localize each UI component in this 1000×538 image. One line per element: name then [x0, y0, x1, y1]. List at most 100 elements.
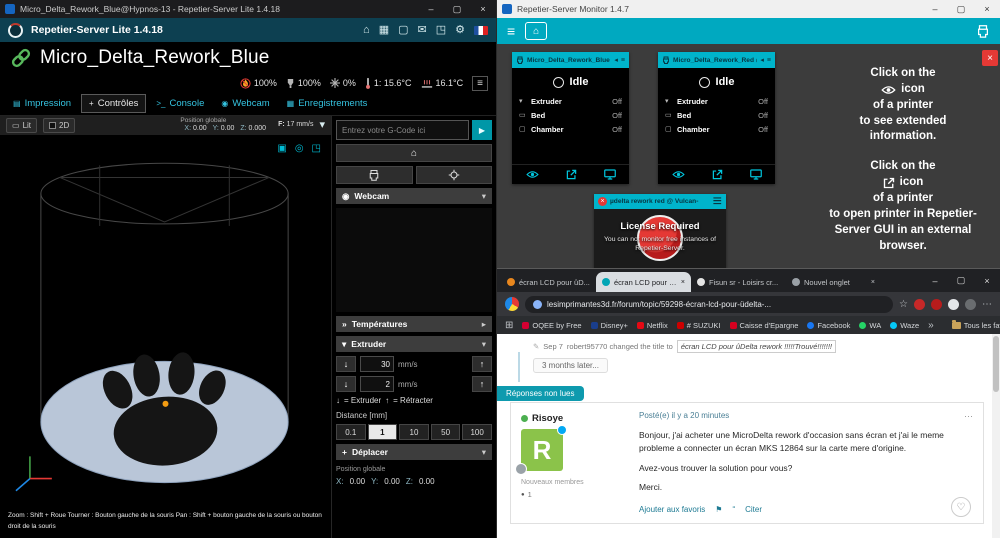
- all-favorites-button[interactable]: Tous les favoris: [951, 319, 1000, 330]
- url-field[interactable]: lesimprimantes3d.fr/forum/topic/59298-éc…: [525, 295, 894, 313]
- license-required-card[interactable]: × µdelta rework red @ Vulcan- ≡ License …: [594, 193, 726, 270]
- post-author[interactable]: Risoye: [521, 411, 639, 425]
- window-titlebar[interactable]: Repetier-Server Monitor 1.4.7 – ▢ ×: [497, 0, 1000, 18]
- bookmark-item[interactable]: WA: [859, 321, 881, 330]
- section-temperatures[interactable]: » Températures ▸: [336, 316, 492, 332]
- site-icon[interactable]: [505, 297, 519, 311]
- tab-console[interactable]: >_ Console: [149, 95, 211, 112]
- printer-menu-icon[interactable]: ≡: [472, 75, 488, 91]
- browser-tab-2-active[interactable]: écran LCD pour ûDe... ×: [596, 272, 691, 292]
- minimize-button[interactable]: –: [922, 269, 948, 292]
- chevron-down-icon[interactable]: ▾: [319, 120, 325, 131]
- monitor-icon[interactable]: [603, 169, 616, 180]
- home-button[interactable]: ⌂: [525, 22, 548, 40]
- monitor-icon[interactable]: ▢: [398, 24, 408, 36]
- printer-off-button[interactable]: [336, 166, 413, 184]
- browser-tab-1[interactable]: écran LCD pour ûD...: [501, 272, 596, 292]
- send-gcode-button[interactable]: ▶: [472, 120, 492, 140]
- post-options-icon[interactable]: ⋯: [957, 411, 973, 425]
- fan-status[interactable]: 0%: [329, 78, 356, 88]
- settings-gear-icon[interactable]: ⚙: [455, 24, 465, 36]
- minimize-button[interactable]: –: [922, 0, 948, 18]
- retract-fast-button[interactable]: ↑: [472, 356, 492, 372]
- mail-icon[interactable]: ✉: [418, 24, 427, 36]
- distance-0.1-button[interactable]: 0.1: [336, 424, 366, 440]
- bookmark-item[interactable]: Disney+: [590, 321, 628, 330]
- quote-link[interactable]: Citer: [745, 505, 762, 514]
- author-avatar[interactable]: R: [515, 425, 567, 475]
- post-timestamp[interactable]: Posté(e) il y a 20 minutes: [639, 411, 957, 425]
- extrude-button[interactable]: ↓: [336, 356, 356, 372]
- extrude-speed-input[interactable]: [360, 356, 394, 372]
- monitor-icon[interactable]: [749, 169, 762, 180]
- close-button[interactable]: ×: [974, 0, 1000, 18]
- bookmark-item[interactable]: OQEE by Free: [522, 321, 582, 330]
- unread-replies-button[interactable]: Réponses non lues: [497, 386, 584, 401]
- fit-view-icon[interactable]: ◳: [312, 143, 321, 154]
- bookmarks-overflow-icon[interactable]: »: [928, 320, 934, 331]
- eye-icon[interactable]: [671, 170, 685, 179]
- gcode-input[interactable]: [336, 120, 469, 140]
- speed-status[interactable]: 100%: [286, 78, 321, 89]
- tab-close-icon[interactable]: ×: [681, 279, 685, 286]
- flow-status[interactable]: 100%: [240, 77, 277, 89]
- apps-grid-icon[interactable]: ⊞: [505, 320, 513, 331]
- 3d-viewport[interactable]: ▣ ◎ ◳: [0, 135, 331, 508]
- section-deplacer[interactable]: + Déplacer ▾: [336, 444, 492, 460]
- card-menu-icon[interactable]: ≡: [767, 57, 771, 64]
- section-webcam[interactable]: ◉ Webcam ▾: [336, 188, 492, 204]
- extension-icon[interactable]: [948, 298, 959, 310]
- retract-slow-button[interactable]: ↑: [472, 376, 492, 392]
- bookmark-item[interactable]: Netflix: [636, 321, 668, 330]
- favorites-star-icon[interactable]: ☆: [899, 299, 908, 310]
- hamburger-menu-icon[interactable]: ≡: [507, 23, 515, 39]
- close-button[interactable]: ×: [974, 269, 1000, 292]
- card-menu-icon[interactable]: ≡: [621, 57, 625, 64]
- language-flag-icon[interactable]: [474, 25, 488, 35]
- bed-temp-status[interactable]: 16.1°C: [421, 78, 463, 88]
- distance-1-button[interactable]: 1: [367, 424, 398, 440]
- scrollbar-thumb[interactable]: [993, 336, 999, 392]
- like-button[interactable]: ♡: [951, 497, 971, 517]
- bookmark-flag-icon[interactable]: ⚑: [715, 505, 722, 514]
- motors-off-button[interactable]: [415, 166, 492, 184]
- distance-10-button[interactable]: 10: [399, 424, 429, 440]
- printer-card-blue[interactable]: Micro_Delta_Rework_Blue @ ◂ ≡ Idle ▾ Extr…: [512, 52, 629, 184]
- close-button[interactable]: ×: [470, 0, 496, 18]
- center-view-icon[interactable]: ◎: [295, 143, 304, 154]
- distance-100-button[interactable]: 100: [462, 424, 492, 440]
- extrude-slow-button[interactable]: ↓: [336, 376, 356, 392]
- maximize-button[interactable]: ▢: [948, 0, 974, 18]
- panel-close-button[interactable]: ×: [982, 50, 998, 66]
- tab-impression[interactable]: ▤ Impression: [6, 95, 78, 112]
- layers-view-icon[interactable]: ▣: [277, 143, 286, 154]
- profile-avatar[interactable]: [965, 298, 976, 310]
- 2d-toggle[interactable]: 2D: [43, 118, 76, 134]
- tab-controles[interactable]: + Contrôles: [81, 94, 147, 113]
- tab-enregistrements[interactable]: ▦ Enregistrements: [280, 95, 375, 112]
- extension-icon[interactable]: [931, 298, 942, 310]
- collapse-icon[interactable]: ◂: [614, 56, 618, 64]
- browser-menu-icon[interactable]: ⋯: [982, 299, 992, 310]
- bookmark-item[interactable]: Waze: [890, 321, 919, 330]
- section-extruder[interactable]: ▾ Extruder ▾: [336, 336, 492, 352]
- printer-icon[interactable]: [976, 24, 990, 38]
- window-titlebar[interactable]: Micro_Delta_Rework_Blue@Hypnos-13 - Repe…: [0, 0, 496, 18]
- open-external-icon[interactable]: [566, 169, 577, 180]
- add-favorites-link[interactable]: Ajouter aux favoris: [639, 505, 705, 514]
- card-menu-icon[interactable]: ≡: [713, 193, 722, 211]
- extruder-temp-status[interactable]: 1: 15.6°C: [365, 77, 412, 89]
- extension-icon[interactable]: [914, 298, 925, 310]
- fullscreen-icon[interactable]: ◳: [436, 24, 446, 36]
- home-all-button[interactable]: ⌂: [336, 144, 492, 162]
- extrude-slow-speed-input[interactable]: [360, 376, 394, 392]
- tab-webcam[interactable]: ◉ Webcam: [214, 95, 276, 112]
- bookmark-item[interactable]: # SUZUKI: [676, 321, 721, 330]
- browser-tab-3[interactable]: Fisun sr - Loisirs cr...: [691, 272, 786, 292]
- maximize-button[interactable]: ▢: [444, 0, 470, 18]
- bed-select-button[interactable]: ▭ Lit: [6, 118, 38, 134]
- collapse-icon[interactable]: ◂: [760, 56, 764, 64]
- browser-tab-4[interactable]: Nouvel onglet ×: [786, 272, 881, 292]
- distance-50-button[interactable]: 50: [430, 424, 461, 440]
- bookmark-item[interactable]: Facebook: [807, 321, 850, 330]
